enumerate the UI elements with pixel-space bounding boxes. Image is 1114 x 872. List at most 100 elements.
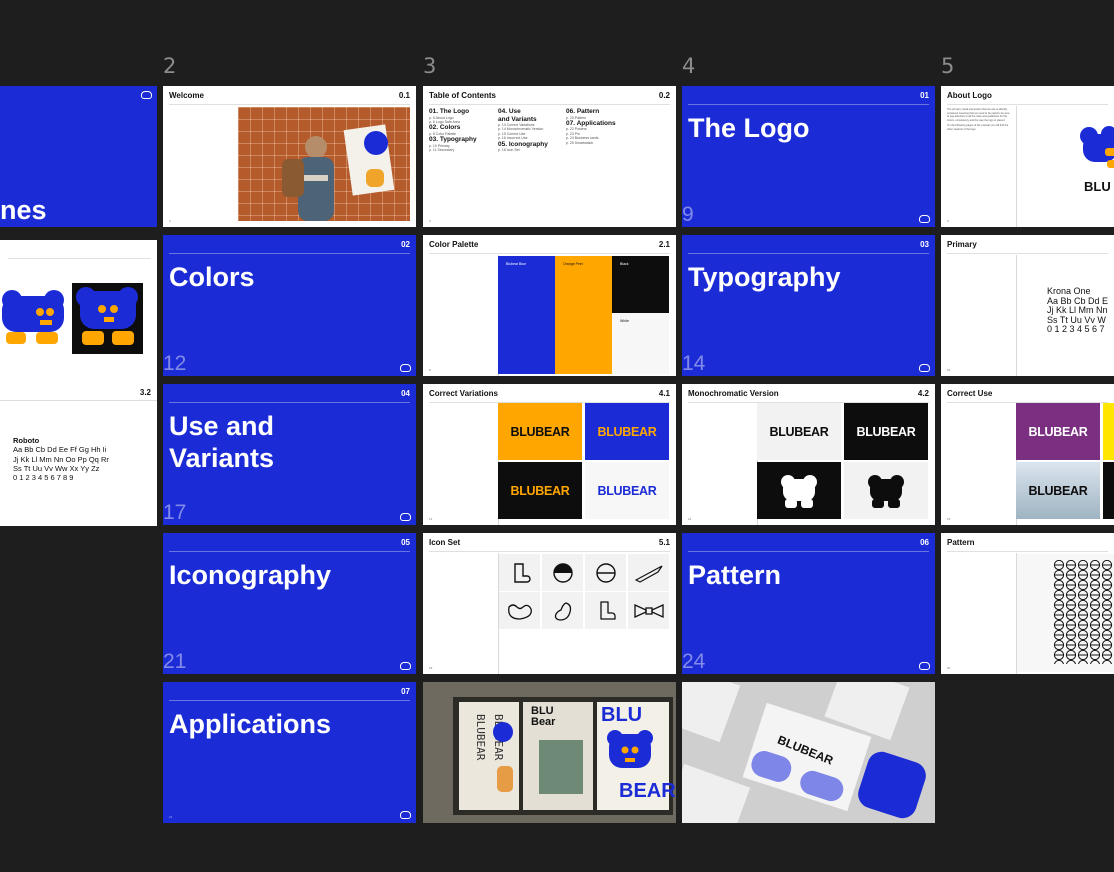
slide-correct-use[interactable]: Correct Use BLUBEAR BLUBEAR 15	[941, 384, 1114, 525]
page-number: 10	[947, 368, 951, 372]
toc-heading[interactable]: and Variants	[498, 116, 548, 124]
logo-variant-white[interactable]: BLUBEAR	[585, 462, 669, 519]
icon-cell[interactable]	[585, 592, 626, 629]
column-number: 2	[163, 54, 177, 78]
blubear-logo-icon	[919, 215, 930, 223]
blubear-logo-icon	[400, 662, 411, 670]
blubear-logo-icon	[400, 811, 411, 819]
icon-cell[interactable]	[585, 554, 626, 591]
slide-number: 07	[401, 687, 410, 696]
page-number: 18	[429, 666, 433, 670]
svg-text:BLUBEAR: BLUBEAR	[474, 714, 487, 761]
column-number: 3	[423, 54, 437, 78]
divider	[169, 700, 410, 701]
slide-applications[interactable]: 07 Applications 21	[163, 682, 416, 823]
about-logo-body: The primary visual expression that we us…	[947, 108, 1011, 131]
slide-title: Table of Contents	[429, 91, 496, 100]
icon-cell[interactable]	[542, 592, 583, 629]
icon-cell[interactable]	[628, 592, 669, 629]
slide-use-and-variants[interactable]: 04 Use and Variants 17	[163, 384, 416, 525]
page-number: 9	[682, 203, 694, 226]
icon-cell[interactable]	[499, 554, 540, 591]
page-number: 5	[947, 219, 949, 223]
toc-heading[interactable]: 01. The Logo	[429, 108, 477, 116]
slide-welcome[interactable]: Welcome 0.1 2	[163, 86, 416, 227]
slide-logo-variants-and-secondary-type[interactable]: 3.2 Roboto Aa Bb Cb Dd Ee Ff Gg Hh Ii Jj…	[0, 240, 157, 526]
slide-poster-mockup[interactable]: BLUBEAR BLUBEAR BLU Bear BLU BEAR	[423, 682, 676, 823]
divider	[8, 258, 151, 259]
mono-mascot-light[interactable]	[844, 462, 928, 519]
divider	[688, 253, 929, 254]
bean-icon	[507, 603, 532, 620]
blubear-lettering-illustration: BLUBEAR BLUBEAR	[474, 714, 513, 792]
blubear-mascot-icon	[781, 474, 817, 508]
slide-iconography[interactable]: 05 Iconography 21	[163, 533, 416, 674]
page-number: 24	[682, 650, 706, 673]
slide-typography[interactable]: 03 Typography 14	[682, 235, 935, 376]
color-swatch-blue[interactable]: Blubear Blue	[498, 256, 555, 374]
toc-entry[interactable]: p. 11 Secondary	[429, 148, 477, 152]
divider	[947, 253, 1108, 254]
slide-number: 0.1	[398, 91, 410, 100]
slide-title: Pattern	[947, 538, 975, 547]
logo-variant-orange[interactable]: BLUBEAR	[498, 403, 582, 460]
mono-mascot-dark[interactable]	[757, 462, 841, 519]
toc-column: 01. The Logo p. 5 About Logo p. 6 Logo S…	[429, 108, 477, 153]
slide-packaging-mockup[interactable]: BLUBEAR	[682, 682, 935, 823]
color-swatch-orange[interactable]: Orange Peel	[555, 256, 612, 374]
toc-heading[interactable]: 04. Use	[498, 108, 548, 116]
toc-entry[interactable]: p. 18 Icon Set	[498, 148, 548, 152]
slide-title: Iconography	[169, 560, 332, 590]
specimen-line: 0 1 2 3 4 5 6 7 8 9	[13, 473, 74, 483]
logo-on-sky-photo[interactable]: BLUBEAR	[1016, 462, 1100, 519]
slide-monochromatic-version[interactable]: Monochromatic Version 4.2 BLUBEAR BLUBEA…	[682, 384, 935, 525]
slide-guidelines-cover[interactable]: nes	[0, 86, 157, 227]
slide-grid-canvas: 2 3 4 5 nes Welcome 0.1 2 Table of Conte…	[0, 0, 1114, 872]
slide-table-of-contents[interactable]: Table of Contents 0.2 01. The Logo p. 5 …	[423, 86, 676, 227]
logo-on-purple-photo[interactable]: BLUBEAR	[1016, 403, 1100, 460]
icon-cell[interactable]	[542, 554, 583, 591]
package-mockup-blue	[854, 748, 930, 822]
slide-number: 01	[920, 91, 929, 100]
logo-on-yellow-photo	[1103, 403, 1114, 460]
slide-title: Pattern	[688, 560, 782, 590]
slide-the-logo[interactable]: 01 The Logo 9	[682, 86, 935, 227]
logo-variant-black[interactable]: BLUBEAR	[498, 462, 582, 519]
color-swatch-white[interactable]: White	[612, 313, 669, 374]
slide-color-palette[interactable]: Color Palette 2.1 Blubear Blue Orange Pe…	[423, 235, 676, 376]
icon-cell[interactable]	[628, 554, 669, 591]
blubear-logo-icon	[400, 364, 411, 372]
divider	[1016, 255, 1017, 376]
mono-wordmark-light[interactable]: BLUBEAR	[757, 403, 841, 460]
color-swatch-black[interactable]: Black	[612, 256, 669, 313]
slide-icon-set[interactable]: Icon Set 5.1 18	[423, 533, 676, 674]
toc-heading[interactable]: 03. Typography	[429, 136, 477, 144]
sock-icon	[599, 600, 616, 620]
icon-cell[interactable]	[499, 592, 540, 629]
mono-wordmark-dark[interactable]: BLUBEAR	[844, 403, 928, 460]
slide-primary-typeface[interactable]: Primary Krona One Aa Bb Cb Dd E Jj Kk Ll…	[941, 235, 1114, 376]
page-number: 3	[429, 219, 431, 223]
column-number: 4	[682, 54, 696, 78]
toc-heading[interactable]: 02. Colors	[429, 124, 477, 132]
toc-entry[interactable]: p. 25 Smartwatch	[566, 141, 616, 145]
toc-heading[interactable]: 05. Iconography	[498, 141, 548, 149]
person-with-poster-illustration	[282, 124, 395, 221]
slide-colors[interactable]: 02 Colors 12	[163, 235, 416, 376]
welcome-photo	[238, 107, 410, 221]
toc-heading[interactable]: 07. Applications	[566, 120, 616, 128]
slide-pattern-section[interactable]: 06 Pattern 24	[682, 533, 935, 674]
boot-icon	[513, 562, 531, 583]
package-pattern	[748, 747, 795, 785]
page-number: 21	[163, 650, 187, 673]
divider	[688, 104, 929, 105]
slide-title: Applications	[169, 709, 332, 739]
slide-pattern[interactable]: Pattern 20	[941, 533, 1114, 674]
slide-about-logo[interactable]: About Logo The primary visual expression…	[941, 86, 1114, 227]
logo-variant-blue[interactable]: BLUBEAR	[585, 403, 669, 460]
divider	[429, 104, 670, 105]
toc-heading[interactable]: 06. Pattern	[566, 108, 616, 116]
slide-correct-variations[interactable]: Correct Variations 4.1 BLUBEAR BLUBEAR B…	[423, 384, 676, 525]
package-pattern	[797, 767, 847, 805]
package-mockup	[682, 682, 741, 743]
